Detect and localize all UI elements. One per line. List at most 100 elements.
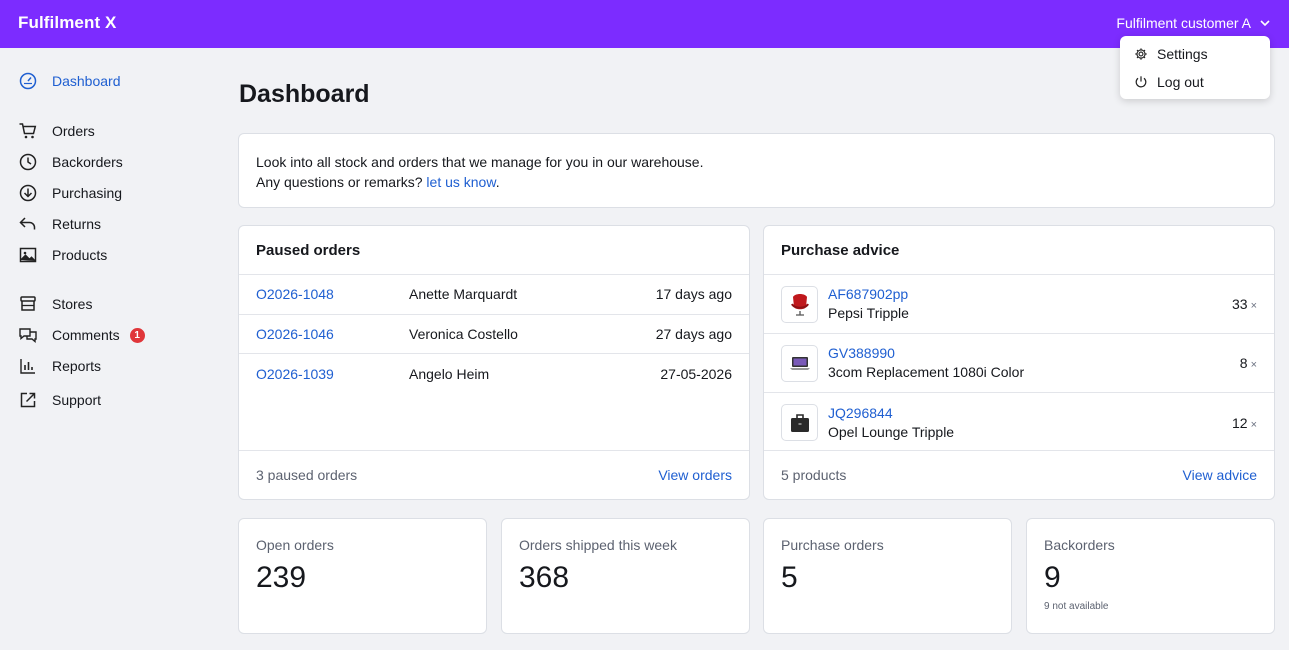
list-item: AF687902pp Pepsi Tripple 33 × xyxy=(764,275,1274,334)
menu-item-logout[interactable]: Log out xyxy=(1120,68,1270,96)
list-item: JQ296844 Opel Lounge Tripple 12 × xyxy=(764,393,1274,452)
stat-value: 239 xyxy=(256,561,307,594)
sidebar-item-label: Comments xyxy=(52,327,120,343)
product-info: AF687902pp Pepsi Tripple xyxy=(828,285,1232,323)
sidebar-item-label: Orders xyxy=(52,123,95,139)
sidebar-item-returns[interactable]: Returns xyxy=(18,214,101,234)
sidebar-item-label: Purchasing xyxy=(52,185,123,201)
intro-text-line2: Any questions or remarks? let us know. xyxy=(256,172,1257,192)
clock-icon xyxy=(19,153,37,171)
gear-icon xyxy=(1135,48,1147,60)
product-info: JQ296844 Opel Lounge Tripple xyxy=(828,404,1232,442)
intro-question: Any questions or remarks? xyxy=(256,174,423,190)
order-date: 27-05-2026 xyxy=(660,365,732,382)
purchase-advice-count: 5 products xyxy=(781,467,847,483)
purchase-advice-title: Purchase advice xyxy=(764,226,1274,275)
table-row: O2026-1046 Veronica Costello 27 days ago xyxy=(239,315,749,354)
paused-orders-card: Paused orders O2026-1048 Anette Marquard… xyxy=(238,225,750,500)
sidebar-item-support[interactable]: Support xyxy=(18,390,101,410)
stat-label: Orders shipped this week xyxy=(519,537,677,553)
dashboard-gauge-icon xyxy=(19,72,37,90)
sidebar-item-label: Products xyxy=(52,247,108,263)
intro-card: Look into all stock and orders that we m… xyxy=(238,133,1275,208)
intro-text-line1: Look into all stock and orders that we m… xyxy=(256,154,704,170)
stat-label: Purchase orders xyxy=(781,537,884,553)
bar-chart-icon xyxy=(20,359,35,374)
stat-card-orders-shipped[interactable]: Orders shipped this week 368 xyxy=(501,518,750,634)
chat-bubbles-icon xyxy=(19,328,37,343)
sidebar-item-dashboard[interactable]: Dashboard xyxy=(18,71,121,91)
order-customer: Anette Marquardt xyxy=(409,286,518,303)
table-row: O2026-1048 Anette Marquardt 17 days ago xyxy=(239,275,749,315)
product-name: Opel Lounge Tripple xyxy=(828,423,955,440)
stat-value: 9 xyxy=(1044,561,1061,594)
comments-count-badge: 1 xyxy=(129,327,145,343)
sidebar-item-comments[interactable]: Comments 1 xyxy=(18,325,145,345)
store-icon xyxy=(20,296,36,311)
product-sku-link[interactable]: AF687902pp xyxy=(828,286,908,302)
return-arrow-icon xyxy=(19,217,36,230)
menu-item-label: Log out xyxy=(1157,74,1204,90)
sidebar-item-label: Reports xyxy=(52,358,102,374)
product-sku-link[interactable]: GV388990 xyxy=(828,345,895,361)
sidebar-item-label: Stores xyxy=(52,296,93,312)
sidebar-item-reports[interactable]: Reports xyxy=(18,356,101,376)
table-row: O2026-1039 Angelo Heim 27-05-2026 xyxy=(239,354,749,394)
order-customer: Veronica Costello xyxy=(409,325,518,342)
order-link[interactable]: O2026-1046 xyxy=(256,326,409,342)
list-item: GV388990 3com Replacement 1080i Color 8 × xyxy=(764,334,1274,393)
sidebar-item-stores[interactable]: Stores xyxy=(18,294,92,314)
product-thumbnail xyxy=(781,404,818,441)
purchase-advice-footer: 5 products View advice xyxy=(764,450,1274,499)
laptop-icon xyxy=(789,357,810,370)
stat-label: Backorders xyxy=(1044,537,1115,553)
download-circle-icon xyxy=(19,184,37,202)
red-chair-icon xyxy=(790,294,809,316)
paused-orders-title: Paused orders xyxy=(239,226,749,275)
product-thumbnail xyxy=(781,344,818,382)
product-name: 3com Replacement 1080i Color xyxy=(828,364,1025,380)
menu-item-label: Settings xyxy=(1157,46,1208,62)
stat-card-purchase-orders[interactable]: Purchase orders 5 xyxy=(763,518,1012,634)
stat-card-backorders[interactable]: Backorders 9 9 not available xyxy=(1026,518,1275,634)
sidebar-item-label: Returns xyxy=(52,216,102,232)
sidebar: Dashboard Orders Backorders Purchasing R… xyxy=(0,48,220,650)
sidebar-item-backorders[interactable]: Backorders xyxy=(18,152,123,172)
power-icon xyxy=(1135,76,1147,88)
sidebar-item-purchasing[interactable]: Purchasing xyxy=(18,183,122,203)
account-menu-toggle[interactable]: Fulfilment customer A xyxy=(1116,15,1271,31)
view-orders-link[interactable]: View orders xyxy=(658,467,732,483)
menu-item-settings[interactable]: Settings xyxy=(1120,40,1270,68)
order-date: 27 days ago xyxy=(655,325,732,342)
account-dropdown: Settings Log out xyxy=(1120,36,1270,99)
sidebar-item-label: Dashboard xyxy=(52,73,121,89)
product-sku-link[interactable]: JQ296844 xyxy=(828,405,893,421)
stat-subtext: 9 not available xyxy=(1044,601,1109,612)
cart-icon xyxy=(19,123,37,139)
stat-value: 368 xyxy=(519,561,570,594)
purchase-advice-card: Purchase advice AF687902pp Pepsi Tripple… xyxy=(763,225,1275,500)
order-customer: Angelo Heim xyxy=(409,365,490,382)
product-quantity: 33 × xyxy=(1231,296,1257,312)
sidebar-item-products[interactable]: Products xyxy=(18,245,107,265)
stat-card-open-orders[interactable]: Open orders 239 xyxy=(238,518,487,634)
image-icon xyxy=(19,247,37,263)
sidebar-item-orders[interactable]: Orders xyxy=(18,121,95,141)
paused-orders-footer: 3 paused orders View orders xyxy=(239,450,749,499)
app-title: Fulfilment X xyxy=(18,13,117,32)
account-name: Fulfilment customer A xyxy=(1116,15,1251,31)
top-bar: Fulfilment X Fulfilment customer A xyxy=(0,0,1289,48)
order-link[interactable]: O2026-1048 xyxy=(256,286,409,302)
contact-link[interactable]: let us know xyxy=(426,174,495,190)
page-title: Dashboard xyxy=(239,80,370,108)
sidebar-item-label: Support xyxy=(52,392,102,408)
product-quantity: 8 × xyxy=(1239,355,1257,371)
paused-orders-count: 3 paused orders xyxy=(256,467,358,483)
external-link-icon xyxy=(20,392,36,408)
chevron-down-icon xyxy=(1260,20,1270,27)
intro-period: . xyxy=(495,174,500,190)
briefcase-icon xyxy=(790,413,809,432)
order-link[interactable]: O2026-1039 xyxy=(256,366,409,382)
order-date: 17 days ago xyxy=(655,286,732,303)
view-advice-link[interactable]: View advice xyxy=(1183,467,1257,483)
